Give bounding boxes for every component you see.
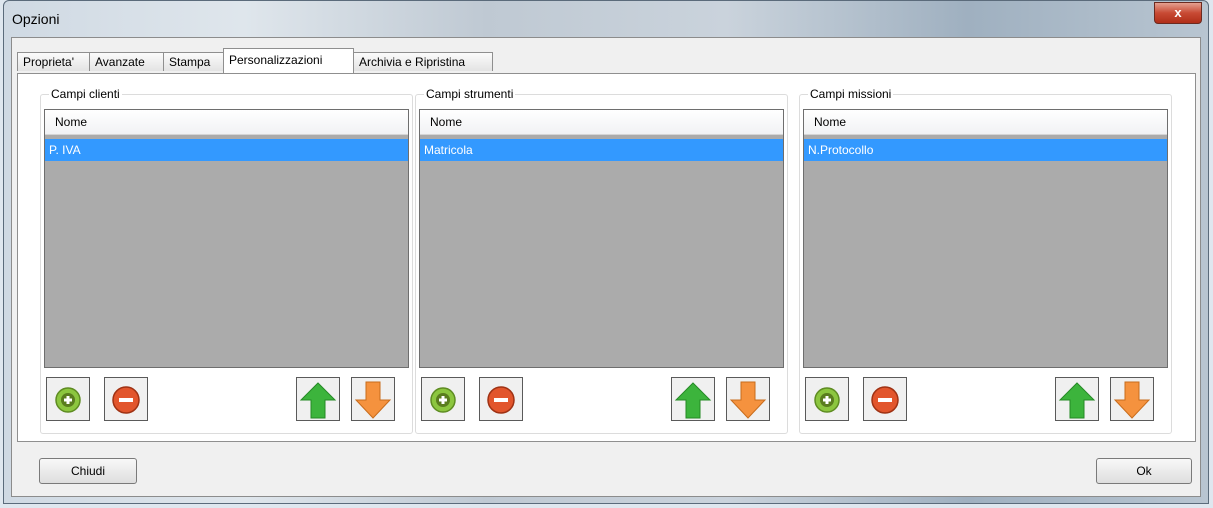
group-label: Campi strumenti	[424, 87, 516, 101]
plus-icon	[430, 387, 456, 413]
options-window: Opzioni x Proprieta' Avanzate Stampa Per…	[3, 0, 1209, 504]
column-header-nome[interactable]: Nome	[804, 110, 1167, 135]
group-label: Campi clienti	[49, 87, 122, 101]
list-item[interactable]: N.Protocollo	[804, 139, 1167, 161]
fields-list[interactable]: Nome N.Protocollo	[803, 109, 1168, 368]
list-item[interactable]: Matricola	[420, 139, 783, 161]
tab-panel-personalizzazioni: Campi clienti Nome P. IVA Campi strument…	[17, 73, 1196, 442]
window-title: Opzioni	[12, 11, 60, 27]
move-up-button[interactable]	[671, 377, 715, 421]
ok-button[interactable]: Ok	[1096, 458, 1192, 484]
tab-archivia-ripristina[interactable]: Archivia e Ripristina	[353, 52, 493, 71]
close-dialog-button[interactable]: Chiudi	[39, 458, 137, 484]
add-field-button[interactable]	[46, 377, 90, 421]
plus-icon	[55, 387, 81, 413]
plus-icon	[814, 387, 840, 413]
group-label: Campi missioni	[808, 87, 894, 101]
fields-list[interactable]: Nome Matricola	[419, 109, 784, 368]
title-bar[interactable]: Opzioni x	[4, 1, 1208, 37]
arrow-up-icon	[674, 382, 712, 419]
minus-icon	[112, 386, 140, 414]
column-header-nome[interactable]: Nome	[45, 110, 408, 135]
add-field-button[interactable]	[421, 377, 465, 421]
column-header-nome[interactable]: Nome	[420, 110, 783, 135]
add-field-button[interactable]	[805, 377, 849, 421]
remove-field-button[interactable]	[104, 377, 148, 421]
tab-avanzate[interactable]: Avanzate	[89, 52, 164, 71]
arrow-up-icon	[299, 382, 337, 419]
minus-icon	[871, 386, 899, 414]
group-campi-strumenti: Campi strumenti Nome Matricola	[415, 87, 788, 434]
client-area: Proprieta' Avanzate Stampa Personalizzaz…	[11, 37, 1201, 497]
arrow-down-icon	[1113, 381, 1151, 419]
tab-proprieta[interactable]: Proprieta'	[17, 52, 90, 71]
group-campi-missioni: Campi missioni Nome N.Protocollo	[799, 87, 1172, 434]
tab-stampa[interactable]: Stampa	[163, 52, 224, 71]
move-down-button[interactable]	[351, 377, 395, 421]
remove-field-button[interactable]	[479, 377, 523, 421]
arrow-down-icon	[354, 381, 392, 419]
minus-icon	[487, 386, 515, 414]
tab-personalizzazioni[interactable]: Personalizzazioni	[223, 48, 354, 73]
fields-list[interactable]: Nome P. IVA	[44, 109, 409, 368]
list-item[interactable]: P. IVA	[45, 139, 408, 161]
move-up-button[interactable]	[296, 377, 340, 421]
move-down-button[interactable]	[1110, 377, 1154, 421]
close-button[interactable]: x	[1154, 2, 1202, 24]
move-up-button[interactable]	[1055, 377, 1099, 421]
remove-field-button[interactable]	[863, 377, 907, 421]
arrow-down-icon	[729, 381, 767, 419]
arrow-up-icon	[1058, 382, 1096, 419]
group-campi-clienti: Campi clienti Nome P. IVA	[40, 87, 413, 434]
move-down-button[interactable]	[726, 377, 770, 421]
